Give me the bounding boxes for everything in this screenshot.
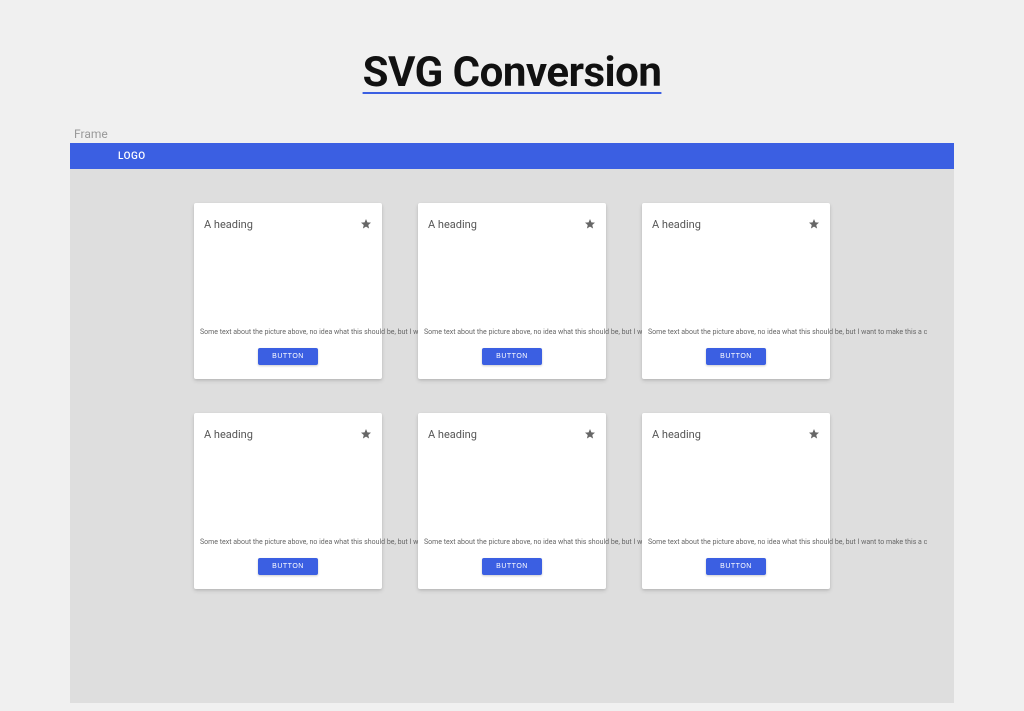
card-button[interactable]: BUTTON — [706, 348, 766, 365]
card: A heading Some text about the picture ab… — [642, 413, 830, 589]
card-body — [642, 452, 830, 538]
card: A heading Some text about the picture ab… — [642, 203, 830, 379]
star-icon[interactable] — [360, 215, 372, 234]
card-body — [418, 452, 606, 538]
card-header: A heading — [418, 203, 606, 242]
card-button[interactable]: BUTTON — [706, 558, 766, 575]
card: A heading Some text about the picture ab… — [418, 203, 606, 379]
cards-grid: A heading Some text about the picture ab… — [70, 169, 954, 619]
card-heading: A heading — [652, 218, 701, 231]
card-heading: A heading — [204, 428, 253, 441]
card-footer: BUTTON — [642, 546, 830, 589]
card-body — [642, 242, 830, 328]
card-footer: BUTTON — [194, 336, 382, 379]
card-button[interactable]: BUTTON — [482, 348, 542, 365]
card-header: A heading — [642, 413, 830, 452]
card-header: A heading — [642, 203, 830, 242]
star-icon[interactable] — [360, 425, 372, 444]
page-title: SVG Conversion — [0, 0, 1024, 97]
frame-label: Frame — [74, 127, 954, 141]
card-footer: BUTTON — [194, 546, 382, 589]
star-icon[interactable] — [808, 425, 820, 444]
card: A heading Some text about the picture ab… — [418, 413, 606, 589]
card-button[interactable]: BUTTON — [482, 558, 542, 575]
card: A heading Some text about the picture ab… — [194, 203, 382, 379]
card-body — [418, 242, 606, 328]
card-description: Some text about the picture above, no id… — [194, 538, 382, 546]
card-description: Some text about the picture above, no id… — [642, 538, 830, 546]
card-footer: BUTTON — [642, 336, 830, 379]
card-body — [194, 452, 382, 538]
card-header: A heading — [194, 413, 382, 452]
topbar: LOGO — [70, 143, 954, 169]
card-body — [194, 242, 382, 328]
card-header: A heading — [194, 203, 382, 242]
card-heading: A heading — [428, 218, 477, 231]
star-icon[interactable] — [584, 425, 596, 444]
card-description: Some text about the picture above, no id… — [194, 328, 382, 336]
card-footer: BUTTON — [418, 336, 606, 379]
card-button[interactable]: BUTTON — [258, 558, 318, 575]
star-icon[interactable] — [808, 215, 820, 234]
card-button[interactable]: BUTTON — [258, 348, 318, 365]
card-description: Some text about the picture above, no id… — [418, 538, 606, 546]
card-heading: A heading — [204, 218, 253, 231]
card-header: A heading — [418, 413, 606, 452]
card-description: Some text about the picture above, no id… — [418, 328, 606, 336]
card: A heading Some text about the picture ab… — [194, 413, 382, 589]
card-heading: A heading — [652, 428, 701, 441]
frame-wrapper: Frame LOGO A heading Some text about the… — [70, 127, 954, 703]
card-description: Some text about the picture above, no id… — [642, 328, 830, 336]
logo: LOGO — [118, 151, 146, 162]
star-icon[interactable] — [584, 215, 596, 234]
card-heading: A heading — [428, 428, 477, 441]
frame: LOGO A heading Some text about the pictu… — [70, 143, 954, 703]
card-footer: BUTTON — [418, 546, 606, 589]
